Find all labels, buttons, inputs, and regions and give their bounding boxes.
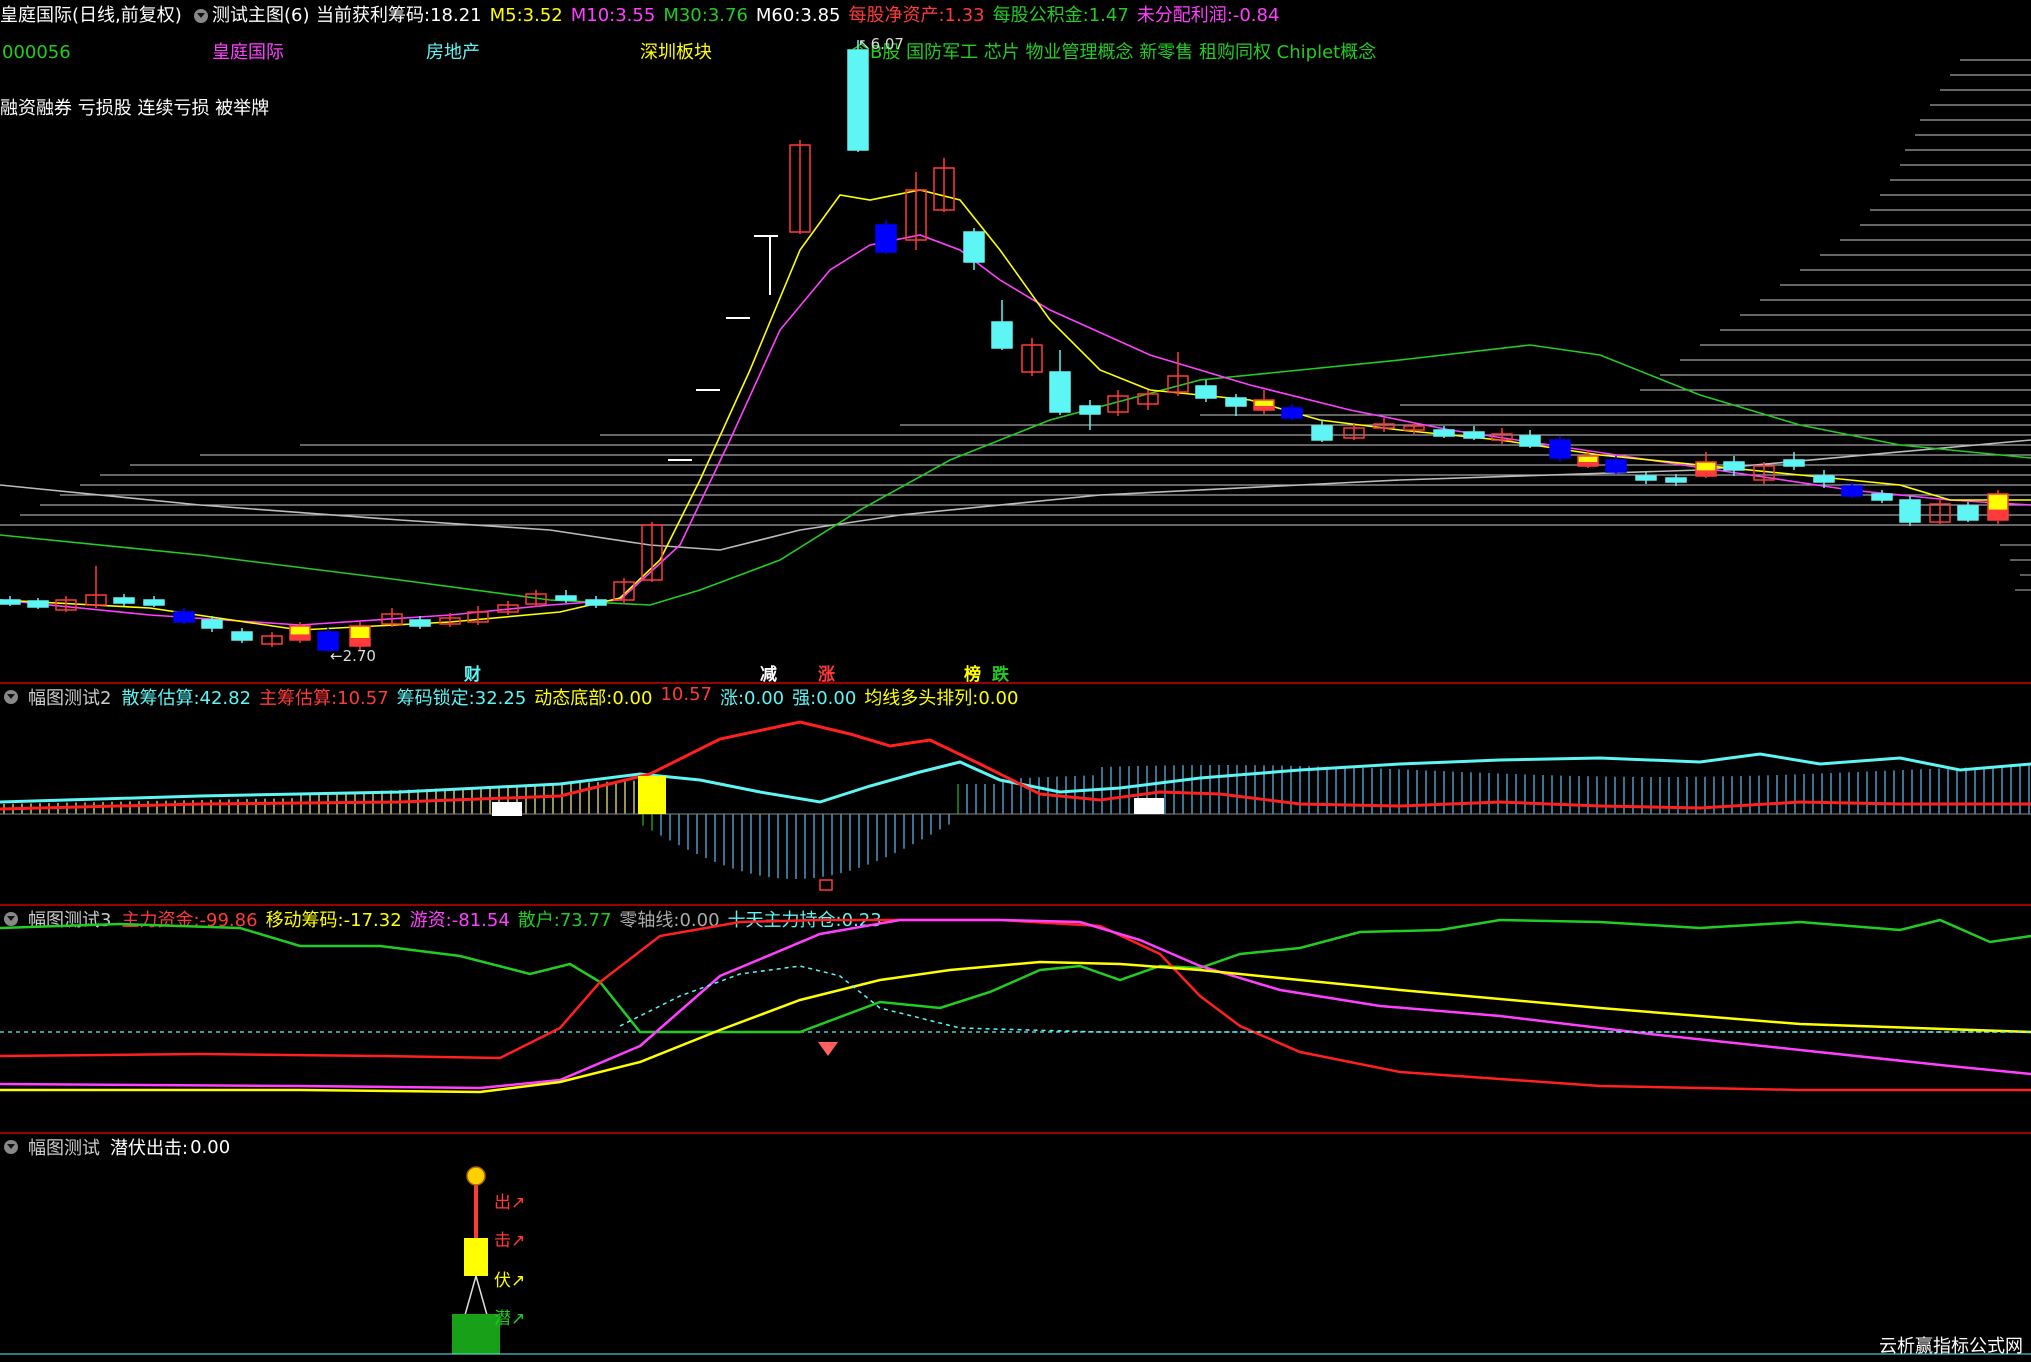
candle-body (1433, 429, 1455, 437)
ma5-line (0, 189, 2031, 631)
candle-body-red (350, 638, 370, 646)
candle-body (1463, 431, 1485, 439)
signal-block (819, 879, 833, 891)
candle-body (1783, 459, 1805, 467)
candle-body (585, 599, 607, 606)
candle-body (1079, 405, 1101, 415)
candle-body (1049, 371, 1071, 413)
panel4-chart[interactable] (0, 1134, 2031, 1362)
candle-body (231, 631, 253, 641)
buy-signal-icon (818, 1042, 838, 1056)
candle-body (1635, 475, 1657, 481)
signal-fu: 伏↗ (494, 1271, 526, 1291)
main-price-chart[interactable] (0, 0, 2031, 682)
candle-body (963, 231, 985, 263)
candle-body (1549, 439, 1571, 459)
candle-body (1519, 435, 1541, 447)
candle-body (27, 600, 49, 608)
candle-body (1723, 461, 1745, 471)
candle-body (875, 224, 897, 253)
candle-body (409, 619, 431, 627)
money-bag-icon (466, 1166, 486, 1186)
candle-body-red (290, 634, 310, 640)
candle-body (1841, 485, 1863, 497)
panel2-chart[interactable] (0, 684, 2031, 904)
candle-body (317, 631, 339, 651)
signal-ji: 击↗ (494, 1231, 526, 1251)
candle-body (1225, 397, 1247, 407)
candle-body (1957, 505, 1979, 521)
candle-body (201, 619, 223, 629)
panel3-chart[interactable] (0, 906, 2031, 1132)
ten-day-position-line (619, 965, 2031, 1033)
candle-body (1871, 493, 1893, 501)
signal-block (492, 802, 522, 816)
candle-body (1281, 407, 1303, 419)
candle-body (113, 597, 135, 604)
candle-body-red (1254, 406, 1274, 410)
candle-body-red (1578, 462, 1598, 466)
candle-body (847, 49, 869, 151)
candle-body (0, 599, 21, 605)
candle-body (1311, 425, 1333, 441)
retail-line (0, 918, 2031, 1034)
signal-block (638, 776, 666, 814)
ma10-line (0, 234, 2031, 626)
signal-chu: 出↗ (494, 1193, 526, 1213)
signal-qian: 潜↗ (494, 1309, 526, 1329)
candle-body (991, 321, 1013, 349)
signal-block (1134, 798, 1164, 814)
main-chip-line (0, 720, 2031, 811)
candle-body (1665, 477, 1687, 483)
signal-block (464, 1238, 488, 1276)
candle-body (143, 599, 165, 606)
candle-body (1195, 385, 1217, 399)
candle-body (1813, 475, 1835, 483)
scatter-chip-line (0, 752, 2031, 804)
candle-body (555, 595, 577, 601)
watermark: 云析赢指标公式网 (1879, 1336, 2023, 1357)
signal-block (452, 1314, 500, 1354)
candle-body (1899, 499, 1921, 523)
candle-body (1605, 459, 1627, 473)
candle-body-red (1988, 509, 2008, 520)
candle-body (173, 611, 195, 623)
candle-body-red (1696, 470, 1716, 476)
